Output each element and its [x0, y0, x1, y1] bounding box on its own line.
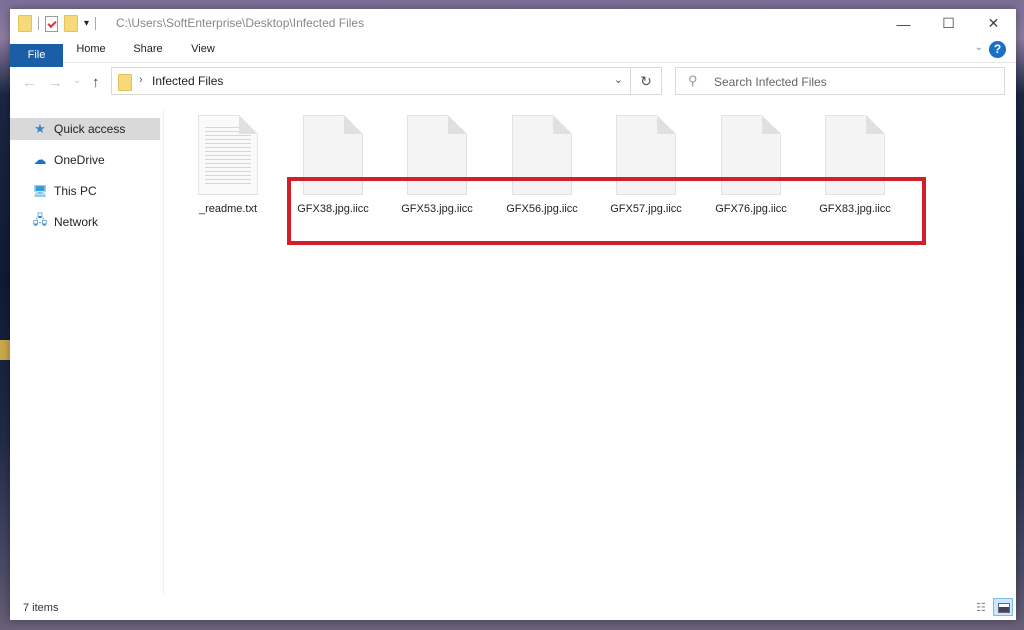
sidebar-item-label: OneDrive [54, 153, 105, 167]
file-name: GFX76.jpg.iicc [715, 203, 787, 215]
blank-file-icon [407, 115, 467, 195]
text-file-icon [198, 115, 258, 195]
computer-icon: 🖥 [32, 184, 48, 198]
blank-file-icon [616, 115, 676, 195]
file-name: GFX57.jpg.iicc [610, 203, 682, 215]
folder-icon [118, 74, 132, 91]
tab-view[interactable]: View [180, 38, 226, 61]
search-input[interactable] [712, 68, 996, 96]
title-bar: ▾ C:\Users\SoftEnterprise\Desktop\Infect… [10, 9, 1016, 38]
star-icon: ★ [34, 121, 46, 136]
sidebar-item-label: Network [54, 215, 99, 229]
help-icon[interactable]: ? [989, 41, 1006, 58]
file-item[interactable]: GFX57.jpg.iicc [596, 115, 696, 215]
file-item[interactable]: GFX53.jpg.iicc [387, 115, 487, 215]
file-name: GFX83.jpg.iicc [819, 203, 891, 215]
sidebar-item-quick-access[interactable]: ★ Quick access [10, 118, 160, 140]
cloud-icon: ☁ [33, 152, 47, 167]
close-button[interactable]: ✕ [971, 9, 1016, 38]
tab-home[interactable]: Home [68, 38, 114, 61]
large-icons-view-icon[interactable] [993, 598, 1013, 616]
blank-file-icon [303, 115, 363, 195]
file-item[interactable]: GFX38.jpg.iicc [283, 115, 383, 215]
file-list: _readme.txt GFX38.jpg.iicc GFX53.jpg.iic… [180, 109, 1016, 589]
refresh-button[interactable]: ↻ [630, 68, 661, 94]
item-count: 7 items [23, 602, 59, 614]
expand-ribbon-icon[interactable]: ⌄ [975, 42, 983, 53]
tab-share[interactable]: Share [125, 38, 171, 61]
sidebar-item-label: This PC [54, 184, 97, 198]
maximize-button[interactable]: ☐ [926, 9, 971, 38]
sidebar-item-this-pc[interactable]: 🖥 This PC [10, 180, 160, 202]
blank-file-icon [512, 115, 572, 195]
blank-file-icon [721, 115, 781, 195]
file-item[interactable]: GFX56.jpg.iicc [492, 115, 592, 215]
file-name: _readme.txt [198, 203, 258, 215]
toolbar-divider [95, 17, 97, 30]
sidebar-item-network[interactable]: 🖧 Network [10, 211, 160, 233]
folder-icon [18, 15, 32, 32]
details-view-icon[interactable]: ☷ [976, 601, 991, 615]
navigation-bar: ← → ⌄ ↑ › Infected Files ⌄ ↻ ⚲ [10, 63, 1016, 101]
sidebar-item-label: Quick access [54, 122, 126, 136]
properties-icon[interactable] [45, 15, 58, 32]
file-item[interactable]: GFX76.jpg.iicc [701, 115, 801, 215]
blank-file-icon [825, 115, 885, 195]
ribbon-tabs: File Home Share View ⌄ ? [10, 38, 1016, 67]
window-title: C:\Users\SoftEnterprise\Desktop\Infected… [116, 16, 365, 30]
breadcrumb-infected-files[interactable]: Infected Files [152, 74, 223, 88]
search-icon: ⚲ [688, 73, 698, 88]
toolbar-divider [38, 17, 39, 30]
breadcrumb-chevron-icon[interactable]: › [139, 74, 143, 86]
forward-button[interactable]: → [48, 74, 63, 91]
file-name: GFX53.jpg.iicc [401, 203, 473, 215]
desktop-background [0, 340, 10, 360]
sidebar-item-onedrive[interactable]: ☁ OneDrive [10, 149, 160, 171]
file-explorer-window: ▾ C:\Users\SoftEnterprise\Desktop\Infect… [10, 9, 1016, 620]
up-button[interactable]: ↑ [92, 74, 100, 91]
file-name: GFX38.jpg.iicc [297, 203, 369, 215]
address-history-dropdown-icon[interactable]: ⌄ [614, 73, 623, 86]
search-box[interactable]: ⚲ [675, 67, 1005, 96]
file-name: GFX56.jpg.iicc [506, 203, 578, 215]
file-item[interactable]: GFX83.jpg.iicc [805, 115, 905, 215]
network-icon: 🖧 [32, 212, 48, 227]
quick-access-toolbar: ▾ [18, 15, 97, 32]
customize-toolbar-dropdown-icon[interactable]: ▾ [84, 18, 89, 29]
back-button[interactable]: ← [22, 74, 37, 91]
file-item[interactable]: _readme.txt [178, 115, 278, 215]
navigation-pane: ★ Quick access ☁ OneDrive 🖥 This PC 🖧 Ne… [10, 109, 164, 594]
status-bar: 7 items ☷ [10, 597, 1016, 620]
recent-locations-dropdown[interactable]: ⌄ [73, 75, 81, 86]
minimize-button[interactable]: — [881, 9, 926, 38]
new-folder-icon[interactable] [64, 15, 78, 32]
address-bar[interactable]: › Infected Files ⌄ ↻ [111, 67, 662, 95]
